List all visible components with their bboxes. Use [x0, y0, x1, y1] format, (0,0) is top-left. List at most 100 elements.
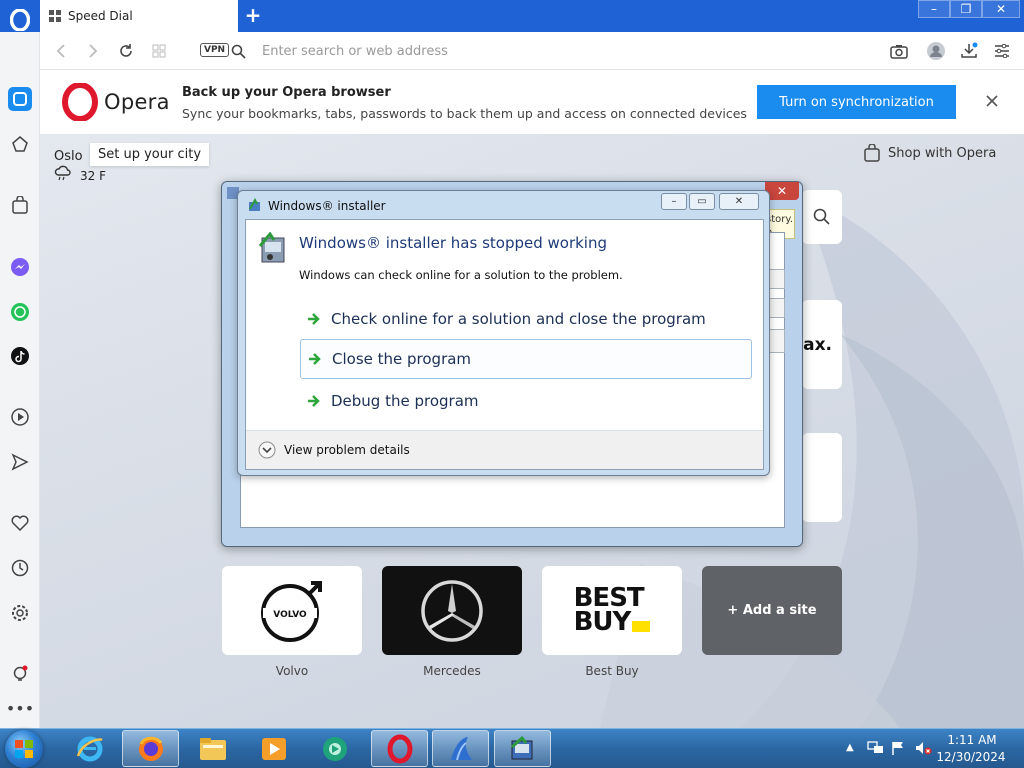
installer-error-dialog: Windows® installer – ▭ ✕ Windows® instal… [237, 190, 770, 476]
sidebar-home-icon[interactable] [8, 87, 32, 111]
volvo-tile[interactable]: VOLVO [222, 566, 362, 655]
best-buy-tile[interactable]: BEST BUY [542, 566, 682, 655]
city-setup-tooltip[interactable]: Set up your city [90, 143, 210, 166]
sidebar-tips-icon[interactable] [8, 662, 32, 686]
easy-setup-icon[interactable] [992, 41, 1012, 61]
view-problem-details-label: View problem details [284, 443, 410, 457]
taskbar-installer-app[interactable] [432, 730, 489, 767]
speed-dial-tile-partial[interactable]: ax. [802, 300, 842, 389]
taskbar-firefox[interactable] [122, 730, 179, 767]
sidebar: ••• [0, 32, 40, 728]
profile-avatar-icon[interactable] [926, 41, 946, 61]
best-buy-logo-line2: BUY [573, 606, 632, 637]
search-icon [228, 41, 248, 61]
best-buy-tag-icon [632, 620, 651, 632]
sidebar-player-icon[interactable] [8, 405, 32, 429]
shop-with-opera-label: Shop with Opera [888, 145, 997, 161]
dialog-close-button[interactable]: ✕ [719, 193, 759, 210]
background-window-close-button[interactable]: ✕ [765, 182, 799, 200]
media-player-icon [261, 737, 286, 760]
search-icon [813, 208, 830, 225]
opera-wordmark: Opera [104, 90, 170, 114]
search-tile-partial[interactable] [802, 190, 842, 244]
new-tab-button[interactable]: + [242, 3, 264, 27]
start-button[interactable] [5, 730, 43, 768]
downloads-icon[interactable] [959, 41, 979, 61]
system-tray: ▲ 1:11 AM 12/30/2024 [842, 729, 1024, 768]
windows-logo-icon [15, 740, 33, 758]
sidebar-tiktok-icon[interactable] [8, 344, 32, 368]
vpn-badge[interactable]: VPN [200, 43, 230, 57]
action-center-flag-icon[interactable] [890, 740, 906, 760]
clock-time[interactable]: 1:11 AM [942, 733, 1002, 747]
taskbar-media-player[interactable] [245, 730, 302, 767]
tile-label-mercedes: Mercedes [423, 664, 481, 678]
sidebar-settings-icon[interactable] [8, 601, 32, 625]
tray-expand-icon[interactable]: ▲ [846, 742, 854, 753]
taskbar-file-explorer[interactable] [184, 730, 241, 767]
dialog-minimize-button[interactable]: – [661, 193, 687, 210]
sidebar-messenger-icon[interactable] [8, 255, 32, 279]
banner-close-icon[interactable] [982, 91, 1002, 111]
speed-dial-grid-icon [49, 10, 61, 22]
firefox-icon [138, 736, 163, 761]
installer-app-icon [258, 231, 290, 270]
sync-banner: Opera Back up your Opera browser Sync yo… [40, 70, 1024, 134]
taskbar-app-green[interactable] [306, 730, 363, 767]
tab-grid-icon[interactable] [149, 41, 169, 61]
minimize-button[interactable]: – [918, 0, 950, 18]
sidebar-more-icon[interactable]: ••• [6, 696, 34, 720]
error-dialog-title: Windows® installer [268, 199, 386, 213]
volvo-logo-icon: VOLVO [261, 580, 322, 642]
speed-dial-tile-partial-blank[interactable] [802, 433, 842, 522]
shopping-bag-icon [864, 144, 880, 162]
taskbar-opera[interactable] [371, 730, 428, 767]
maximize-button[interactable]: ❐ [950, 0, 982, 18]
cloud-rain-icon [54, 165, 72, 185]
internet-explorer-icon [76, 736, 103, 761]
close-program-label: Close the program [332, 350, 472, 368]
weather-city[interactable]: Oslo [54, 149, 83, 164]
tab-title: Speed Dial [68, 9, 133, 23]
opera-taskbar-icon [387, 734, 412, 763]
chevron-down-icon [258, 441, 276, 459]
close-program-option[interactable]: Close the program [300, 339, 752, 379]
sidebar-flow-icon[interactable] [8, 132, 32, 156]
best-buy-logo: BEST BUY [573, 585, 651, 637]
tile-label-best-buy: Best Buy [585, 664, 639, 678]
back-arrow-icon[interactable] [51, 41, 71, 61]
network-icon[interactable] [867, 740, 885, 760]
dialog-maximize-button[interactable]: ▭ [689, 193, 715, 210]
window-close-button[interactable]: ✕ [982, 0, 1020, 18]
taskbar-internet-explorer[interactable] [61, 730, 118, 767]
taskbar-installer-window[interactable] [494, 730, 551, 767]
clock-date[interactable]: 12/30/2024 [936, 750, 1006, 764]
volume-muted-icon[interactable] [914, 740, 932, 760]
reload-icon[interactable] [116, 41, 136, 61]
error-dialog-footer: View problem details [246, 430, 763, 469]
sidebar-whatsapp-icon[interactable] [8, 300, 32, 324]
camera-icon[interactable] [889, 41, 909, 61]
add-site-tile[interactable]: + Add a site [702, 566, 842, 655]
sidebar-shopping-bag-icon[interactable] [8, 193, 32, 217]
check-online-option[interactable]: Check online for a solution and close th… [300, 299, 752, 339]
shop-with-opera-link[interactable]: Shop with Opera [864, 144, 996, 162]
debug-program-option[interactable]: Debug the program [300, 381, 752, 421]
banner-subtitle: Sync your bookmarks, tabs, passwords to … [182, 106, 747, 121]
sidebar-send-icon[interactable] [8, 450, 32, 474]
installer-title-icon [247, 197, 263, 218]
check-online-label: Check online for a solution and close th… [331, 310, 706, 328]
address-input[interactable] [262, 40, 862, 62]
mercedes-tile[interactable] [382, 566, 522, 655]
green-arrow-icon [307, 394, 321, 408]
sidebar-history-icon[interactable] [8, 556, 32, 580]
windows-taskbar: ▲ 1:11 AM 12/30/2024 [0, 728, 1024, 768]
weather-temperature: 32 F [80, 169, 106, 183]
sidebar-heart-icon[interactable] [8, 511, 32, 535]
turn-on-sync-button[interactable]: Turn on synchronization [757, 85, 956, 119]
background-notice-line1: story. [766, 214, 794, 225]
forward-arrow-icon[interactable] [83, 41, 103, 61]
mercedes-star-icon [421, 579, 483, 642]
tab-speed-dial[interactable]: Speed Dial [40, 0, 238, 32]
view-problem-details-toggle[interactable]: View problem details [258, 441, 410, 459]
